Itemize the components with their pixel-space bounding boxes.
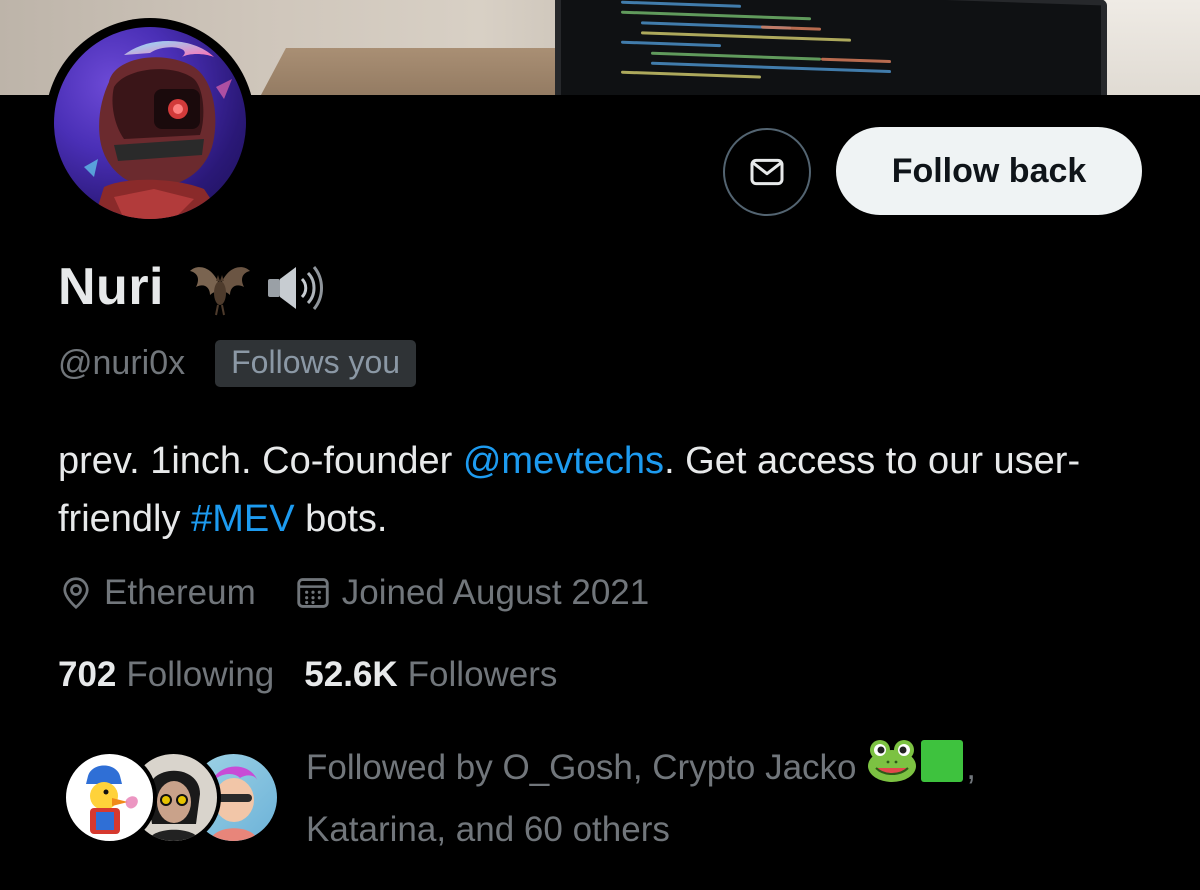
followed-by-comma: , (966, 747, 976, 787)
followed-by-text[interactable]: Followed by O_Gosh, Crypto Jacko , Katar… (306, 738, 1086, 858)
profile-avatar[interactable] (45, 18, 255, 228)
location-item: Ethereum (58, 573, 256, 613)
profile-stats: 702 Following 52.6K Followers (58, 650, 557, 700)
bio-text: prev. 1inch. Co-founder (58, 440, 463, 482)
profile-bio: prev. 1inch. Co-founder @mevtechs. Get a… (58, 432, 1158, 548)
followed-by-names: Followed by O_Gosh, Crypto Jacko (306, 747, 857, 787)
mutual-followers-avatars[interactable] (62, 750, 282, 845)
followers-count: 52.6K (304, 655, 398, 694)
bio-text: bots. (294, 498, 388, 540)
display-name: Nuri (58, 258, 164, 316)
follows-you-badge: Follows you (215, 339, 417, 387)
user-handle: @nuri0x (58, 343, 186, 382)
following-count: 702 (58, 655, 117, 694)
message-button[interactable] (723, 128, 811, 216)
followers-label: Followers (407, 655, 558, 694)
mutual-avatar (62, 750, 157, 845)
helmet-character-illustration (84, 40, 232, 219)
following-link[interactable]: 702 Following (58, 655, 274, 695)
green-square-icon (918, 738, 966, 801)
joined-item: Joined August 2021 (294, 573, 649, 613)
following-label: Following (126, 655, 275, 694)
envelope-icon (750, 158, 784, 186)
frog-icon (866, 738, 918, 801)
bio-mention-link[interactable]: @mevtechs (463, 440, 664, 482)
joined-text: Joined August 2021 (341, 573, 650, 612)
followed-by-line1: Followed by O_Gosh, Crypto Jacko , (306, 738, 1086, 801)
speaker-icon (268, 266, 323, 310)
followed-by-line2: Katarina, and 60 others (306, 810, 670, 849)
follow-back-button[interactable]: Follow back (836, 127, 1142, 215)
banner-monitor (555, 0, 1107, 95)
bio-hashtag-link[interactable]: #MEV (191, 498, 294, 540)
handle-row: @nuri0x Follows you (58, 338, 417, 388)
bat-icon (190, 267, 250, 316)
name-row: Nuri (58, 254, 326, 320)
location-pin-icon (63, 577, 89, 610)
profile-meta: Ethereum Joined August 2021 (58, 568, 649, 618)
name-emoji-group (188, 257, 326, 317)
location-text: Ethereum (104, 573, 256, 612)
calendar-icon (297, 578, 329, 608)
followers-link[interactable]: 52.6K Followers (304, 655, 557, 695)
banner-wall (1100, 0, 1200, 95)
avatar-image (54, 27, 246, 219)
